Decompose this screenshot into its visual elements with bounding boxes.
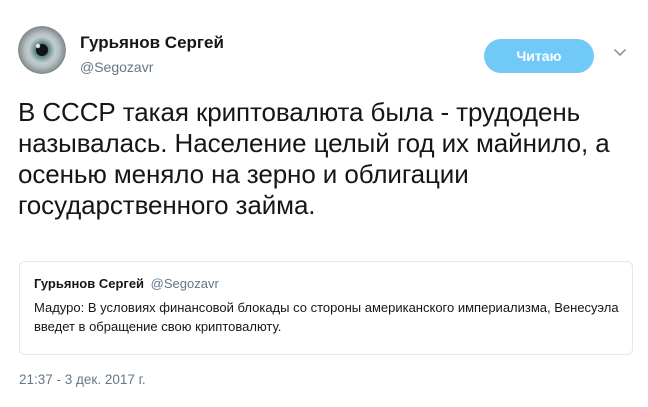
quoted-tweet-header: Гурьянов Сергей @Segozavr — [34, 276, 219, 291]
chevron-down-icon[interactable] — [612, 46, 628, 58]
follow-button[interactable]: Читаю — [484, 39, 594, 73]
tweet-timestamp[interactable]: 21:37 - 3 дек. 2017 г. — [19, 372, 146, 387]
eye-avatar-icon — [18, 26, 66, 74]
quoted-author-name: Гурьянов Сергей — [34, 276, 145, 291]
quoted-author-handle: @Segozavr — [150, 276, 219, 291]
quoted-tweet-text: Мадуро: В условиях финансовой блокады со… — [34, 300, 619, 334]
quoted-tweet[interactable]: Гурьянов Сергей @Segozavr Мадуро: В усло… — [19, 261, 633, 355]
tweet-text: В СССР такая криптовалюта была - трудоде… — [18, 97, 610, 220]
author-handle[interactable]: @Segozavr — [80, 59, 153, 75]
author-name[interactable]: Гурьянов Сергей — [80, 33, 224, 53]
tweet-card: Гурьянов Сергей @Segozavr Читаю В СССР т… — [0, 0, 648, 407]
avatar[interactable] — [18, 26, 66, 74]
